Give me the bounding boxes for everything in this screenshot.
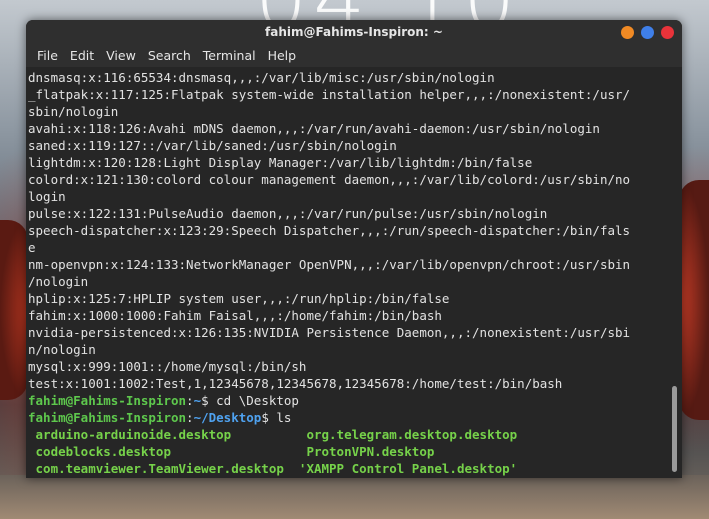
menu-view[interactable]: View xyxy=(100,45,142,67)
wallpaper-road xyxy=(0,475,709,519)
minimize-button[interactable] xyxy=(621,26,634,39)
title-bar[interactable]: fahim@Fahims-Inspiron: ~ xyxy=(26,20,682,45)
maximize-button[interactable] xyxy=(641,26,654,39)
output-line: pulse:x:122:131:PulseAudio daemon,,,:/va… xyxy=(28,206,548,221)
window-title: fahim@Fahims-Inspiron: ~ xyxy=(265,25,443,39)
prompt-path: ~ xyxy=(193,393,202,408)
output-line: nm-openvpn:x:124:133:NetworkManager Open… xyxy=(28,257,631,272)
output-line: login xyxy=(28,189,66,204)
output-line: lightdm:x:120:128:Light Display Manager:… xyxy=(28,155,533,170)
ls-output-row: arduino-arduinoide.desktop org.telegram.… xyxy=(28,427,518,442)
prompt-separator: : xyxy=(186,410,194,425)
wallpaper-car-left xyxy=(0,220,28,400)
prompt-user-host: fahim@Fahims-Inspiron xyxy=(28,410,187,425)
terminal-window: fahim@Fahims-Inspiron: ~ File Edit View … xyxy=(26,20,682,478)
terminal-output[interactable]: dnsmasq:x:116:65534:dnsmasq,,,:/var/lib/… xyxy=(26,67,668,478)
output-line: saned:x:119:127::/var/lib/saned:/usr/sbi… xyxy=(28,138,397,153)
output-line: nvidia-persistenced:x:126:135:NVIDIA Per… xyxy=(28,325,631,340)
output-line: avahi:x:118:126:Avahi mDNS daemon,,,:/va… xyxy=(28,121,600,136)
menu-file[interactable]: File xyxy=(31,45,64,67)
menu-edit[interactable]: Edit xyxy=(64,45,100,67)
output-line: colord:x:121:130:colord colour managemen… xyxy=(28,172,631,187)
menu-terminal[interactable]: Terminal xyxy=(197,45,262,67)
close-button[interactable] xyxy=(661,26,674,39)
menu-help[interactable]: Help xyxy=(262,45,303,67)
output-line: _flatpak:x:117:125:Flatpak system-wide i… xyxy=(28,87,631,102)
output-line: n/nologin xyxy=(28,342,96,357)
prompt-command: $ cd \Desktop xyxy=(201,393,299,408)
output-line: dnsmasq:x:116:65534:dnsmasq,,,:/var/lib/… xyxy=(28,70,495,85)
prompt-separator: : xyxy=(186,393,194,408)
prompt-path: ~/Desktop xyxy=(193,410,262,425)
output-line: e xyxy=(28,240,36,255)
prompt-user-host: fahim@Fahims-Inspiron xyxy=(28,393,187,408)
menu-search[interactable]: Search xyxy=(142,45,197,67)
output-line: sbin/nologin xyxy=(28,104,119,119)
ls-output-row: codeblocks.desktop ProtonVPN.desktop xyxy=(28,444,435,459)
output-line: mysql:x:999:1001::/home/mysql:/bin/sh xyxy=(28,359,307,374)
output-line: /nologin xyxy=(28,274,89,289)
wallpaper-car-right xyxy=(679,180,709,420)
prompt-line: fahim@Fahims-Inspiron:~$ cd \Desktop xyxy=(28,392,668,409)
output-line: speech-dispatcher:x:123:29:Speech Dispat… xyxy=(28,223,631,238)
menu-bar: File Edit View Search Terminal Help xyxy=(26,45,682,67)
output-line: hplip:x:125:7:HPLIP system user,,,:/run/… xyxy=(28,291,450,306)
output-line: fahim:x:1000:1000:Fahim Faisal,,,:/home/… xyxy=(28,308,442,323)
prompt-line: fahim@Fahims-Inspiron:~/Desktop$ ls xyxy=(28,409,668,426)
ls-output-row: com.teamviewer.TeamViewer.desktop 'XAMPP… xyxy=(28,461,518,476)
scrollbar-thumb[interactable] xyxy=(672,386,677,472)
prompt-command: $ ls xyxy=(261,410,292,425)
output-line: test:x:1001:1002:Test,1,12345678,1234567… xyxy=(28,376,563,391)
